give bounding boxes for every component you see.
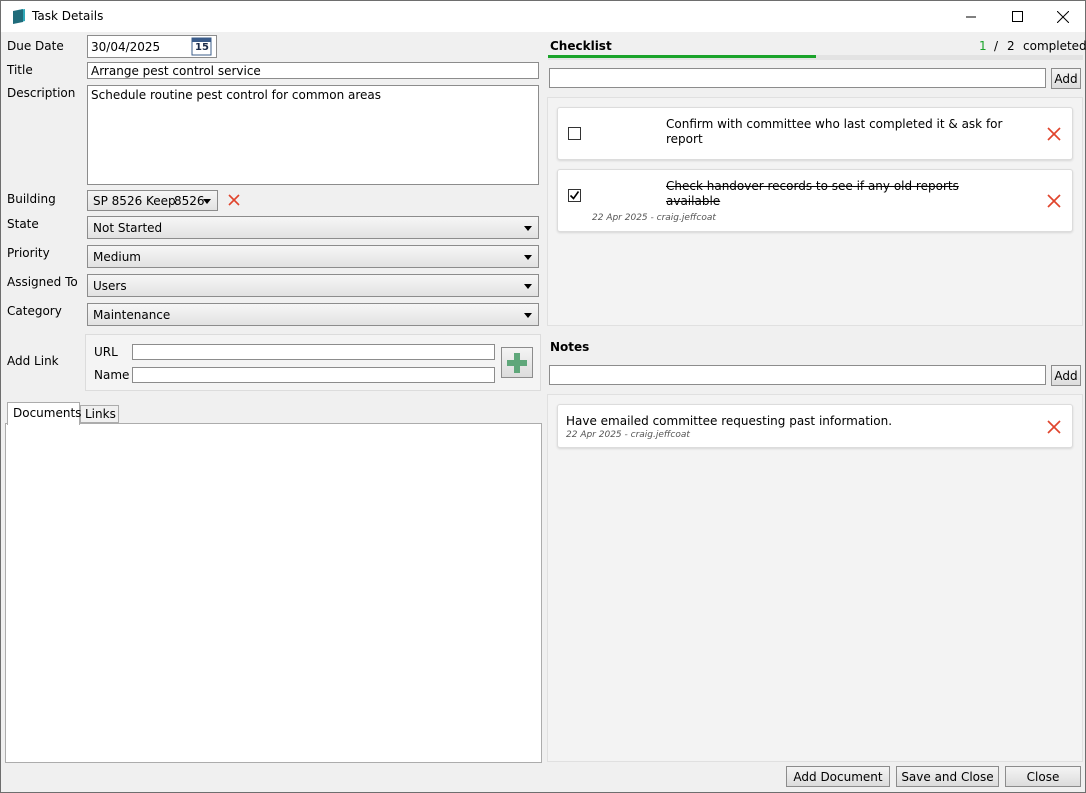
notes-input[interactable] <box>549 365 1046 385</box>
assigned-to-select[interactable]: Users <box>87 274 539 297</box>
delete-icon <box>1047 194 1061 208</box>
tab-links[interactable]: Links <box>80 405 119 423</box>
checklist-add-label: Add <box>1054 71 1078 86</box>
due-date-value: 30/04/2025 <box>91 40 161 54</box>
tab-links-label: Links <box>85 407 116 421</box>
notes-add-button[interactable]: Add <box>1051 365 1081 386</box>
delete-icon <box>1047 127 1061 141</box>
url-label: URL <box>94 345 118 359</box>
checkmark-icon <box>569 191 580 200</box>
chevron-down-icon <box>524 313 532 318</box>
note-text: Have emailed committee requesting past i… <box>566 414 893 428</box>
notes-panel <box>547 394 1083 762</box>
delete-checklist-item-button[interactable] <box>1047 127 1061 141</box>
chevron-down-icon <box>524 255 532 260</box>
title-value: Arrange pest control service <box>91 64 261 78</box>
checklist-separator: / <box>994 39 999 53</box>
minimize-icon <box>965 16 976 18</box>
name-input[interactable] <box>132 367 495 383</box>
priority-value: Medium <box>93 250 141 264</box>
add-document-button[interactable]: Add Document <box>786 766 890 787</box>
checklist-item-text-line1: Check handover records to see if any old… <box>666 179 959 193</box>
close-icon <box>1057 10 1069 23</box>
tab-documents[interactable]: Documents <box>7 402 82 425</box>
chevron-down-icon <box>524 284 532 289</box>
add-link-button[interactable] <box>501 347 533 378</box>
chevron-down-icon <box>203 199 211 204</box>
documents-panel <box>5 423 542 763</box>
building-code: 8526 <box>174 194 205 208</box>
checklist-item: Confirm with committee who last complete… <box>557 107 1073 160</box>
name-label: Name <box>94 368 130 382</box>
close-window-button[interactable] <box>1040 1 1086 32</box>
app-logo-icon <box>13 9 25 24</box>
checklist-item: Check handover records to see if any old… <box>557 169 1073 232</box>
description-field[interactable]: Schedule routine pest control for common… <box>87 85 539 185</box>
checklist-input[interactable] <box>549 68 1046 88</box>
assigned-to-label: Assigned To <box>7 275 78 289</box>
add-document-label: Add Document <box>793 769 883 784</box>
delete-icon <box>1047 420 1061 434</box>
title-label: Title <box>7 63 33 77</box>
calendar-button[interactable]: 15 <box>191 37 212 56</box>
save-and-close-button[interactable]: Save and Close <box>896 766 999 787</box>
priority-select[interactable]: Medium <box>87 245 539 268</box>
maximize-icon <box>1011 11 1023 22</box>
assigned-to-value: Users <box>93 279 127 293</box>
maximize-button[interactable] <box>994 1 1040 32</box>
building-label: Building <box>7 192 56 206</box>
notes-heading: Notes <box>550 340 590 354</box>
building-value: SP 8526 Keep <box>93 194 176 208</box>
checklist-item-text-line2: available <box>666 194 721 208</box>
calendar-day: 15 <box>195 42 209 53</box>
task-details-window: Task Details Due Date 30/04/2025 15 Titl… <box>0 0 1086 793</box>
checklist-item-checkbox[interactable] <box>568 189 581 202</box>
minimize-button[interactable] <box>948 1 994 32</box>
clear-icon <box>228 194 240 206</box>
checklist-item-text-line2: report <box>666 132 703 146</box>
checklist-progress-bar <box>548 55 1083 60</box>
window-title: Task Details <box>32 9 104 23</box>
category-value: Maintenance <box>93 308 171 322</box>
clear-building-button[interactable] <box>228 194 242 208</box>
state-label: State <box>7 217 39 231</box>
category-label: Category <box>7 304 62 318</box>
chevron-down-icon <box>524 226 532 231</box>
notes-add-label: Add <box>1054 368 1078 383</box>
checklist-progress-fill <box>548 55 816 58</box>
delete-checklist-item-button[interactable] <box>1047 194 1061 208</box>
priority-label: Priority <box>7 246 50 260</box>
checklist-item-text-line1: Confirm with committee who last complete… <box>666 117 1003 131</box>
tab-documents-label: Documents <box>13 406 82 420</box>
building-select[interactable]: SP 8526 Keep 8526 <box>87 190 218 211</box>
close-label: Close <box>1026 769 1060 784</box>
checklist-completed-count: 1 <box>979 39 987 53</box>
state-select[interactable]: Not Started <box>87 216 539 239</box>
checklist-add-button[interactable]: Add <box>1051 68 1081 89</box>
add-link-group: URL Name <box>85 334 541 391</box>
checklist-heading: Checklist <box>550 39 612 53</box>
description-value: Schedule routine pest control for common… <box>91 88 382 102</box>
title-field[interactable]: Arrange pest control service <box>87 62 539 79</box>
save-and-close-label: Save and Close <box>901 769 994 784</box>
state-value: Not Started <box>93 221 163 235</box>
category-select[interactable]: Maintenance <box>87 303 539 326</box>
checklist-completed-word: completed <box>1023 39 1086 53</box>
title-bar: Task Details <box>1 1 1085 32</box>
note-item: Have emailed committee requesting past i… <box>557 404 1073 448</box>
url-input[interactable] <box>132 344 495 360</box>
note-meta: 22 Apr 2025 - craig.jeffcoat <box>566 430 690 440</box>
delete-note-button[interactable] <box>1047 420 1061 434</box>
checklist-item-checkbox[interactable] <box>568 127 581 140</box>
checklist-item-meta: 22 Apr 2025 - craig.jeffcoat <box>592 213 716 223</box>
close-button[interactable]: Close <box>1005 766 1081 787</box>
due-date-label: Due Date <box>7 39 64 53</box>
add-link-label: Add Link <box>7 354 59 368</box>
plus-icon <box>507 352 527 373</box>
description-label: Description <box>7 86 76 100</box>
checklist-total-count: 2 <box>1007 39 1015 53</box>
